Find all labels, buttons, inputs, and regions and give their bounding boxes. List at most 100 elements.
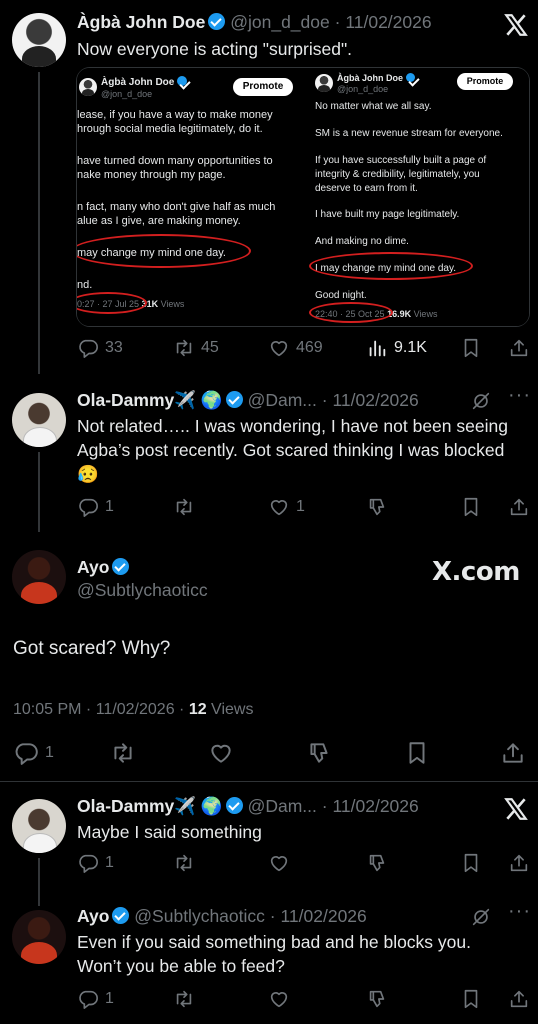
like-icon [268, 852, 290, 874]
bookmark-button[interactable] [404, 740, 430, 766]
share-button[interactable] [508, 852, 530, 874]
views-button[interactable]: 9.1K [366, 337, 427, 359]
author-name[interactable]: Ayo [77, 557, 130, 578]
embed-author-handle: @jon_d_doe [337, 84, 389, 94]
author-name[interactable]: Ola-Dammy✈️ 🌍 [77, 796, 223, 816]
retweet-button[interactable] [173, 852, 195, 874]
tweet-timestamp[interactable]: 10:05 PM · 11/02/2026 · [13, 701, 189, 718]
embed-line: Good night. [315, 290, 367, 301]
author-name[interactable]: Ayo [77, 906, 109, 926]
author-handle[interactable]: @Dam... [248, 390, 317, 410]
reply-icon [77, 337, 99, 359]
reply-icon [77, 496, 99, 518]
embed-views-label: Views [158, 299, 185, 309]
share-button[interactable] [508, 337, 530, 359]
embedded-screenshot-right[interactable]: Àgbà John Doe @jon_d_doe Promote No matt… [307, 68, 529, 326]
like-button[interactable]: 469 [268, 337, 323, 359]
bookmark-button[interactable] [460, 337, 482, 359]
author-name[interactable]: Ola-Dammy✈️ 🌍 [77, 390, 223, 410]
reply-icon [77, 852, 99, 874]
reply-button[interactable]: 1 [77, 852, 114, 874]
tweet-header: Ayo @Subtlychaoticc · 11/02/2026 [77, 906, 367, 927]
reply-count: 33 [105, 339, 123, 356]
embed-line: If you have successfully built a page of [315, 155, 487, 166]
promote-button: Promote [457, 73, 513, 90]
reply-count: 1 [105, 854, 114, 871]
author-handle[interactable]: @Subtlychaoticc [134, 906, 265, 926]
dislike-button[interactable] [366, 496, 388, 518]
author-name[interactable]: Àgbà John Doe [77, 12, 205, 32]
tweet-date[interactable]: 11/02/2026 [332, 796, 418, 816]
tweet-text: Maybe I said something [77, 822, 262, 842]
embedded-screenshot-left[interactable]: Àgbà John Doe @jon_d_doe Promote lease, … [77, 68, 299, 326]
bookmark-button[interactable] [460, 496, 482, 518]
tweet-header: Ola-Dammy✈️ 🌍 @Dam... · 11/02/2026 [77, 796, 419, 817]
author-handle[interactable]: @Subtlychaoticc [77, 580, 208, 601]
retweet-button[interactable] [173, 496, 195, 518]
dislike-button[interactable] [366, 988, 388, 1010]
bookmark-icon [460, 852, 482, 874]
bookmark-icon [460, 988, 482, 1010]
tweet-meta: 10:05 PM · 11/02/2026 · 12 Views [13, 701, 253, 719]
tweet-date[interactable]: 11/02/2026 [280, 906, 366, 926]
annotation-oval [309, 302, 393, 323]
author-handle[interactable]: @Dam... [248, 796, 317, 816]
divider [0, 781, 538, 782]
dislike-button[interactable] [366, 852, 388, 874]
thread-line [38, 452, 40, 532]
grok-icon[interactable] [470, 906, 492, 928]
retweet-count: 45 [201, 339, 219, 356]
annotation-oval [77, 234, 251, 268]
like-icon [208, 740, 234, 766]
like-button[interactable] [208, 740, 234, 766]
bookmark-button[interactable] [460, 988, 482, 1010]
avatar[interactable] [12, 799, 66, 853]
verified-badge-icon [225, 797, 243, 814]
share-button[interactable] [508, 496, 530, 518]
tweet-date[interactable]: 11/02/2026 [345, 12, 431, 32]
reply-button[interactable]: 1 [13, 740, 54, 766]
dislike-button[interactable] [306, 740, 332, 766]
separator: · [321, 796, 328, 816]
like-button[interactable] [268, 988, 290, 1010]
author-handle[interactable]: @jon_d_doe [230, 12, 330, 32]
retweet-button[interactable] [110, 740, 136, 766]
avatar[interactable] [12, 910, 66, 964]
share-button[interactable] [500, 740, 526, 766]
views-label: Views [206, 701, 254, 718]
verified-badge-icon [208, 13, 226, 30]
reply-button[interactable]: 33 [77, 337, 123, 359]
embed-line: And making no dime. [315, 236, 409, 247]
bookmark-button[interactable] [460, 852, 482, 874]
avatar[interactable] [12, 550, 66, 604]
views-count: 12 [188, 701, 207, 718]
retweet-button[interactable] [173, 988, 195, 1010]
embed-line: SM is a new revenue stream for everyone. [315, 128, 503, 139]
tweet-text: Now everyone is acting "surprised". [77, 39, 353, 59]
avatar[interactable] [12, 393, 66, 447]
reply-button[interactable]: 1 [77, 496, 114, 518]
tweet-header: Ola-Dammy✈️ 🌍 @Dam... · 11/02/2026 [77, 390, 419, 411]
share-icon [508, 988, 530, 1010]
like-button[interactable]: 1 [268, 496, 305, 518]
more-icon[interactable]: ··· [508, 384, 531, 407]
reply-icon [13, 740, 39, 766]
verified-badge-icon [112, 907, 130, 924]
embed-author-handle: @jon_d_doe [101, 89, 153, 99]
retweet-icon [173, 496, 195, 518]
grok-icon[interactable] [470, 390, 492, 412]
tweet-date[interactable]: 11/02/2026 [332, 390, 418, 410]
retweet-button[interactable]: 45 [173, 337, 219, 359]
like-count: 1 [296, 498, 305, 515]
bookmark-icon [460, 496, 482, 518]
views-count: 9.1K [394, 339, 427, 356]
media-container[interactable]: Àgbà John Doe @jon_d_doe Promote lease, … [76, 67, 530, 327]
share-icon [508, 496, 530, 518]
embed-author-name: Àgbà John Doe [337, 73, 404, 83]
retweet-icon [110, 740, 136, 766]
avatar[interactable] [12, 13, 66, 67]
reply-button[interactable]: 1 [77, 988, 114, 1010]
like-button[interactable] [268, 852, 290, 874]
more-icon[interactable]: ··· [508, 900, 531, 923]
share-button[interactable] [508, 988, 530, 1010]
